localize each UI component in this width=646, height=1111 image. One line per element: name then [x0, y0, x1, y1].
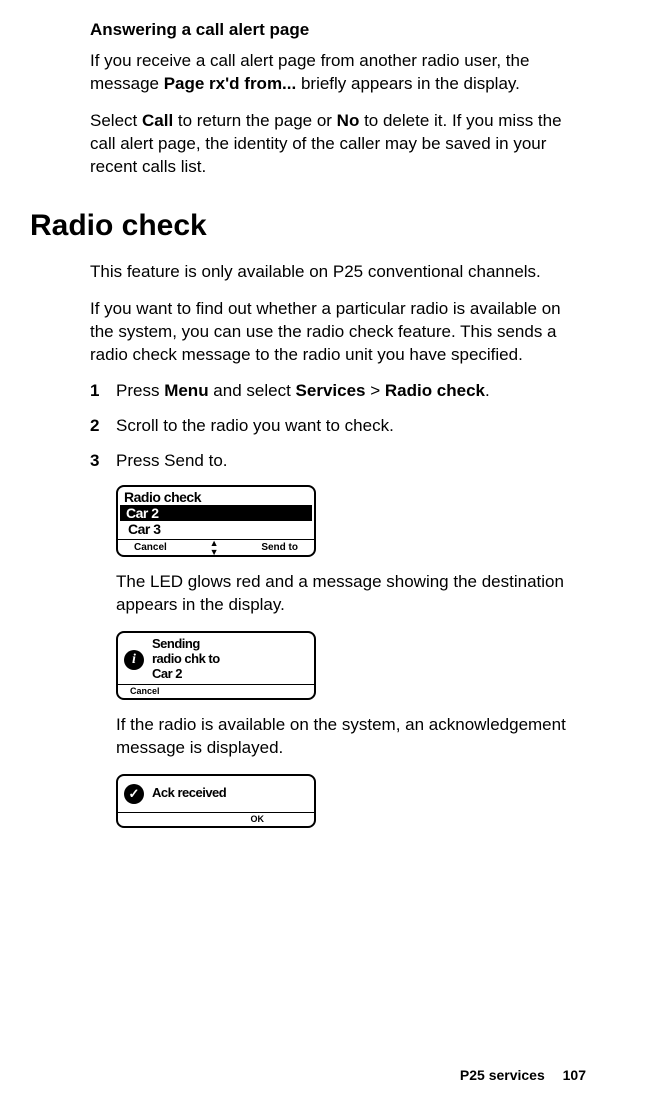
step-text: Scroll to the radio you want to check. [116, 415, 586, 438]
radio-screen-ack: ✓ Ack received OK [116, 774, 316, 828]
step-number: 3 [90, 450, 116, 473]
text-line: Sending [152, 636, 200, 651]
text-fragment: Press [116, 381, 164, 400]
screen-softkeys: OK [118, 812, 314, 826]
text-bold: Radio check [385, 381, 485, 400]
text-line: radio chk to [152, 651, 220, 666]
step-1: 1 Press Menu and select Services > Radio… [90, 380, 586, 403]
text-fragment: Select [90, 111, 142, 130]
screen-selected-item: Car 2 [120, 505, 312, 521]
text-fragment: and select [209, 381, 296, 400]
screen-softkeys: Cancel ▲▼ Send to [118, 539, 314, 555]
screen-softkeys: Cancel [118, 684, 314, 698]
text-fragment: to return the page or [173, 111, 337, 130]
step-number: 2 [90, 415, 116, 438]
page-footer: P25 services 107 [460, 1067, 586, 1083]
result-led: The LED glows red and a message showing … [116, 571, 586, 617]
softkey-right: Send to [261, 542, 298, 553]
text-bold: Services [296, 381, 366, 400]
radio-screen-list: Radio check Car 2 Car 3 Cancel ▲▼ Send t… [116, 485, 316, 557]
para-select-call: Select Call to return the page or No to … [90, 110, 586, 179]
step-3: 3 Press Send to. [90, 450, 586, 473]
step-text: Press Send to. [116, 450, 586, 473]
radio-check-heading: Radio check [30, 209, 586, 243]
para-page-rx: If you receive a call alert page from an… [90, 50, 586, 96]
step-2: 2 Scroll to the radio you want to check. [90, 415, 586, 438]
checkmark-icon: ✓ [124, 784, 144, 804]
para-feature-desc: If you want to find out whether a partic… [90, 298, 586, 367]
screen-option-item: Car 3 [118, 521, 314, 539]
text-line: Car 2 [152, 666, 182, 681]
text-bold: Page rx'd from... [164, 74, 297, 93]
text-bold: Menu [164, 381, 208, 400]
radio-screen-sending: i Sending radio chk to Car 2 Cancel [116, 631, 316, 700]
screen-message: Sending radio chk to Car 2 [152, 637, 220, 682]
softkey-left: Cancel [134, 542, 167, 553]
text-bold: Call [142, 111, 173, 130]
text-fragment: > [365, 381, 384, 400]
softkey-left: Cancel [130, 686, 160, 696]
text-fragment: . [485, 381, 490, 400]
step-number: 1 [90, 380, 116, 403]
answering-heading: Answering a call alert page [90, 20, 586, 40]
result-ack: If the radio is available on the system,… [116, 714, 586, 760]
updown-icon: ▲▼ [210, 539, 219, 557]
footer-section: P25 services [460, 1067, 545, 1083]
para-feature-avail: This feature is only available on P25 co… [90, 261, 586, 284]
info-icon: i [124, 650, 144, 670]
screen-message: Ack received [152, 786, 226, 801]
softkey-right: OK [251, 814, 265, 824]
footer-page-number: 107 [563, 1067, 586, 1083]
text-fragment: briefly appears in the display. [296, 74, 520, 93]
step-text: Press Menu and select Services > Radio c… [116, 380, 586, 403]
text-bold: No [337, 111, 360, 130]
screen-title: Radio check [118, 487, 314, 505]
